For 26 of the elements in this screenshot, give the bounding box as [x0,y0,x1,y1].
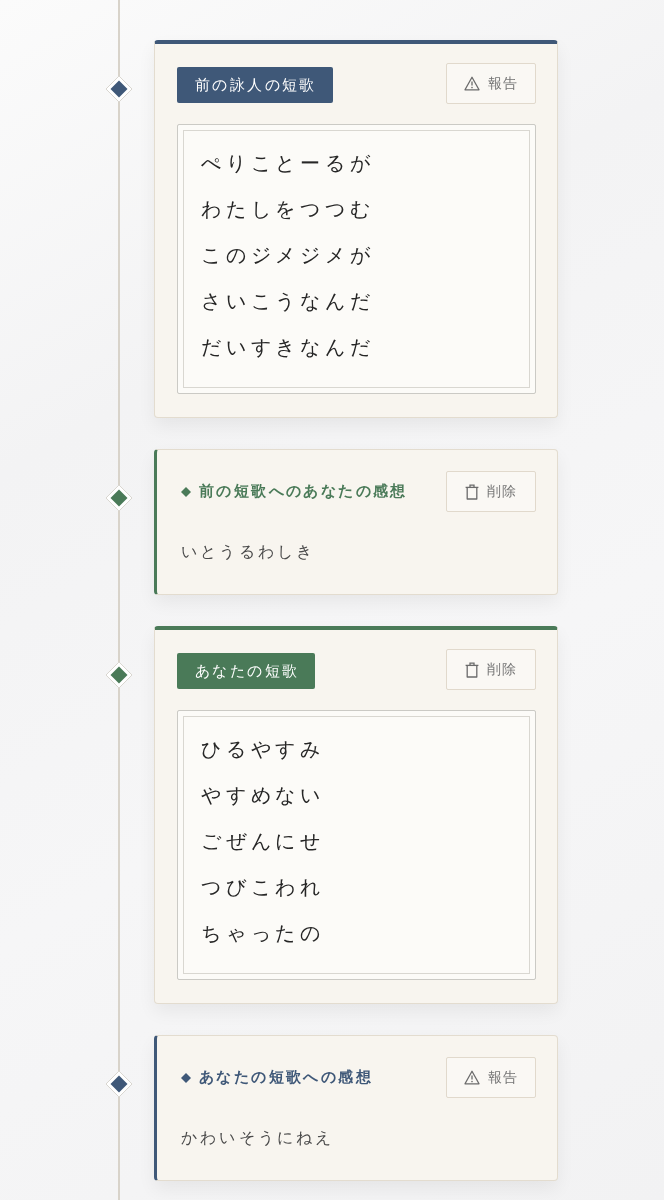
delete-button[interactable]: 削除 [446,649,536,690]
tanka-label: 前の詠人の短歌 [177,66,333,103]
comment-text: かわいそうにねえ [181,1128,335,1148]
trash-icon [464,483,479,500]
poem-line: わたしをつつむ [201,197,375,222]
warning-icon [463,76,480,91]
poem-line: やすめない [201,783,325,808]
comment-title: あなたの短歌への感想 [199,1068,373,1087]
diamond-icon [181,486,191,497]
delete-button[interactable]: 削除 [446,471,536,512]
poem-line: ひるやすみ [201,737,325,762]
poem-line: ごぜんにせ [201,829,325,854]
poem-line: ぺりことーるが [201,151,375,176]
tanka-label: あなたの短歌 [177,652,316,689]
report-button[interactable]: 報告 [446,63,536,104]
diamond-icon [181,1072,191,1083]
report-button[interactable]: 報告 [446,1057,536,1098]
warning-icon [463,1070,480,1085]
poem-line: このジメジメが [201,243,375,268]
poem-line: さいこうなんだ [201,289,375,314]
trash-icon [464,661,479,678]
poem-line: だいすきなんだ [201,335,375,360]
comment-title: 前の短歌へのあなたの感想 [199,482,408,501]
poem-line: ちゃったの [201,921,325,946]
poem-line: つびこわれ [201,875,325,900]
comment-text: いとうるわしき [181,542,316,562]
